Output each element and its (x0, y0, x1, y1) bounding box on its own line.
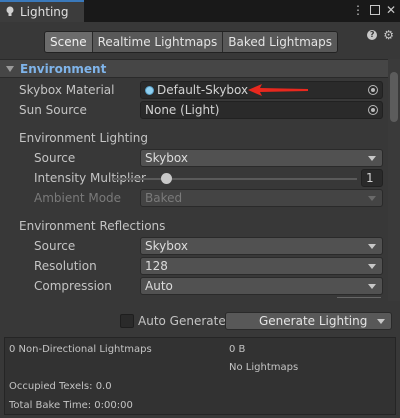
tab-lighting[interactable]: Lighting (0, 0, 84, 22)
resolution-dropdown[interactable]: 128 (140, 257, 383, 275)
more-options-icon[interactable]: ⋮ (352, 3, 364, 17)
skybox-material-value: Default-Skybox (157, 83, 249, 97)
tab-baked-lightmaps[interactable]: Baked Lightmaps (223, 32, 338, 52)
auto-generate-checkbox[interactable] (120, 314, 134, 328)
compression-label: Compression (34, 279, 112, 293)
total-bake-time: Total Bake Time: 0:00:00 (9, 400, 133, 411)
tab-realtime-lightmaps[interactable]: Realtime Lightmaps (92, 32, 224, 52)
ambient-mode-dropdown: Baked (140, 189, 383, 207)
environment-lighting-heading: Environment Lighting (19, 131, 148, 145)
environment-section-header[interactable]: Environment (0, 59, 388, 78)
chevron-down-icon (368, 264, 376, 269)
reflection-source-dropdown[interactable]: Skybox (140, 237, 383, 255)
generate-lighting-label: Generate Lighting (259, 314, 368, 328)
window-titlebar: Lighting ⋮ ✕ (0, 0, 400, 22)
compression-value: Auto (145, 279, 173, 293)
resolution-value: 128 (145, 259, 168, 273)
lighting-source-label: Source (34, 151, 76, 165)
tab-scene[interactable]: Scene (45, 32, 93, 52)
ambient-mode-value: Baked (145, 191, 183, 205)
ambient-mode-label: Ambient Mode (34, 191, 122, 205)
lighting-toolbar: Scene Realtime Lightmaps Baked Lightmaps (0, 22, 400, 60)
lightbulb-icon (6, 6, 14, 16)
chevron-down-icon (368, 284, 376, 289)
lightmap-size: 0 B (229, 344, 246, 355)
scrollbar-thumb[interactable] (390, 72, 398, 122)
compression-dropdown[interactable]: Auto (140, 277, 383, 295)
foldout-triangle-icon[interactable] (6, 65, 14, 72)
environment-reflections-heading: Environment Reflections (19, 219, 166, 233)
skybox-material-label: Skybox Material (19, 83, 115, 97)
section-title: Environment (20, 61, 107, 76)
non-directional-lightmaps-count: 0 Non-Directional Lightmaps (9, 344, 152, 355)
sun-source-label: Sun Source (19, 103, 87, 117)
tab-title: Lighting (20, 5, 69, 19)
sun-source-field[interactable]: None (Light) (140, 101, 383, 119)
intensity-slider-handle[interactable] (161, 173, 172, 184)
lighting-source-dropdown[interactable]: Skybox (140, 149, 383, 167)
help-icon[interactable]: ? (367, 30, 378, 40)
settings-icon[interactable]: ⚙ (383, 28, 394, 42)
chevron-down-icon[interactable] (377, 319, 385, 324)
reflection-source-value: Skybox (145, 239, 188, 253)
chevron-down-icon (368, 196, 376, 201)
maximize-icon[interactable] (369, 5, 380, 15)
occupied-texels: Occupied Texels: 0.0 (9, 381, 112, 392)
intensity-slider-track[interactable] (113, 178, 357, 180)
close-icon[interactable]: ✕ (386, 3, 396, 17)
material-icon (145, 86, 154, 95)
annotation-arrow-icon (248, 84, 308, 96)
intensity-multiplier-value: 1 (366, 171, 374, 185)
reflection-source-label: Source (34, 239, 76, 253)
chevron-down-icon (368, 244, 376, 249)
no-lightmaps-text: No Lightmaps (229, 362, 299, 373)
lighting-tab-group: Scene Realtime Lightmaps Baked Lightmaps (44, 31, 339, 53)
object-picker-icon[interactable] (368, 85, 378, 95)
auto-generate-label: Auto Generate (138, 314, 226, 328)
chevron-down-icon (368, 156, 376, 161)
intensity-multiplier-input[interactable]: 1 (361, 169, 383, 187)
object-picker-icon[interactable] (368, 105, 378, 115)
generate-lighting-button[interactable]: Generate Lighting (225, 312, 392, 330)
resolution-label: Resolution (34, 259, 97, 273)
divider (337, 297, 381, 298)
sun-source-value: None (Light) (145, 103, 220, 117)
lighting-source-value: Skybox (145, 151, 188, 165)
